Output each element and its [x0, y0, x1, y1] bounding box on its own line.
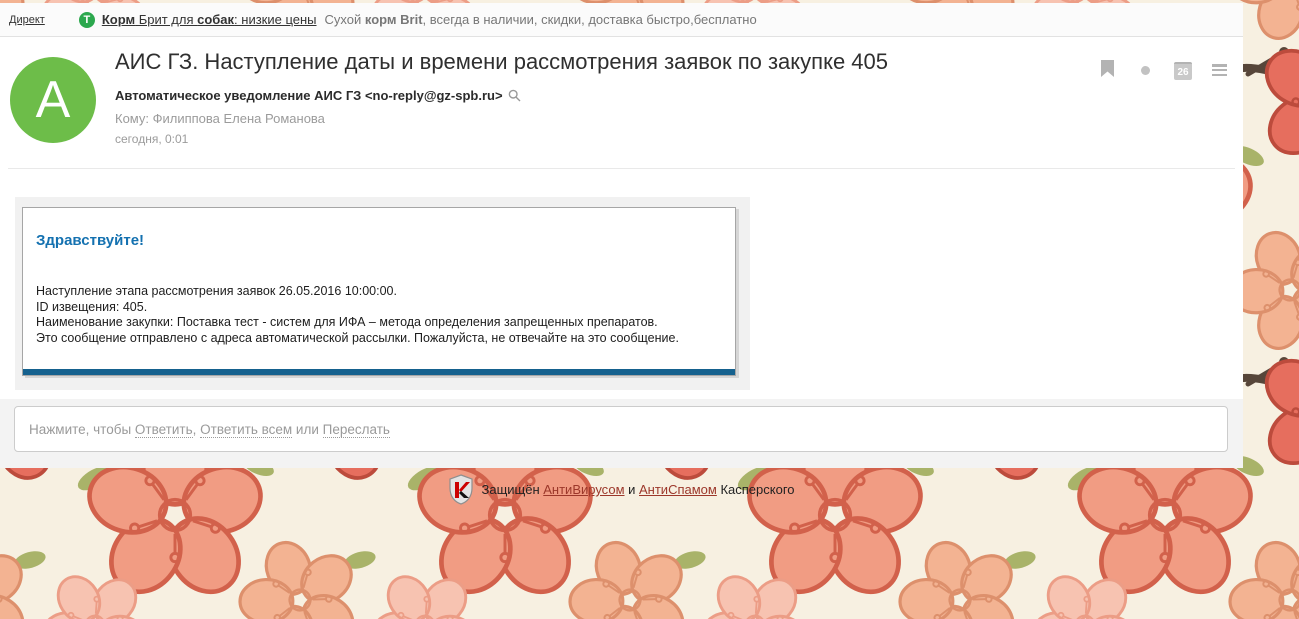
- message-text: Наступление этапа рассмотрения заявок 26…: [36, 284, 679, 346]
- kaspersky-protection-text: Защищён АнтиВирусом и АнтиСпамом Касперс…: [481, 482, 795, 497]
- message-box: Здравствуйте! Наступление этапа рассмотр…: [22, 207, 736, 376]
- email-to-line[interactable]: Кому: Филиппова Елена Романова: [115, 111, 325, 126]
- message-line: ID извещения: 405.: [36, 299, 148, 314]
- kaspersky-shield-icon: [449, 474, 474, 505]
- direct-link[interactable]: Директ: [9, 14, 45, 26]
- bookmark-icon[interactable]: [1101, 60, 1114, 77]
- message-greeting: Здравствуйте!: [36, 232, 145, 249]
- ad-description: Сухой корм Brit, всегда в наличии, скидк…: [324, 12, 757, 27]
- kaspersky-footer: Защищён АнтиВирусом и АнтиСпамом Касперс…: [0, 474, 1243, 505]
- email-from-line: Автоматическое уведомление АИС ГЗ <no-re…: [115, 88, 521, 103]
- sender-avatar[interactable]: A: [10, 57, 96, 143]
- message-line: Это сообщение отправлено с адреса автома…: [36, 330, 679, 345]
- ad-bar: Директ T Корм Брит для собак: низкие цен…: [0, 3, 1243, 37]
- message-line: Наступление этапа рассмотрения заявок 26…: [36, 284, 397, 298]
- from-name-and-address[interactable]: Автоматическое уведомление АИС ГЗ <no-re…: [115, 88, 503, 103]
- reply-strip: Нажмите, чтобы Ответить, Ответить всем и…: [0, 399, 1243, 468]
- mail-content-column: Директ T Корм Брит для собак: низкие цен…: [0, 3, 1243, 468]
- search-sender-icon[interactable]: [508, 89, 521, 102]
- menu-icon[interactable]: [1212, 64, 1227, 76]
- email-view: A АИС ГЗ. Наступление даты и времени рас…: [0, 37, 1243, 399]
- label-dot-icon[interactable]: [1141, 66, 1150, 75]
- ad-link[interactable]: Корм Брит для собак: низкие цены: [102, 12, 317, 27]
- calendar-icon[interactable]: 26: [1174, 62, 1192, 80]
- quick-reply-text: Нажмите, чтобы Ответить, Ответить всем и…: [29, 421, 390, 438]
- message-line: Наименование закупки: Поставка тест - си…: [36, 315, 658, 329]
- quick-reply-input[interactable]: Нажмите, чтобы Ответить, Ответить всем и…: [14, 406, 1228, 452]
- message-accent-bar: [23, 369, 735, 375]
- ad-favicon-icon: T: [78, 11, 95, 28]
- message-panel: Здравствуйте! Наступление этапа рассмотр…: [15, 197, 750, 390]
- email-date: сегодня, 0:01: [115, 132, 189, 146]
- header-divider: [8, 168, 1235, 169]
- email-subject: АИС ГЗ. Наступление даты и времени рассм…: [115, 49, 889, 74]
